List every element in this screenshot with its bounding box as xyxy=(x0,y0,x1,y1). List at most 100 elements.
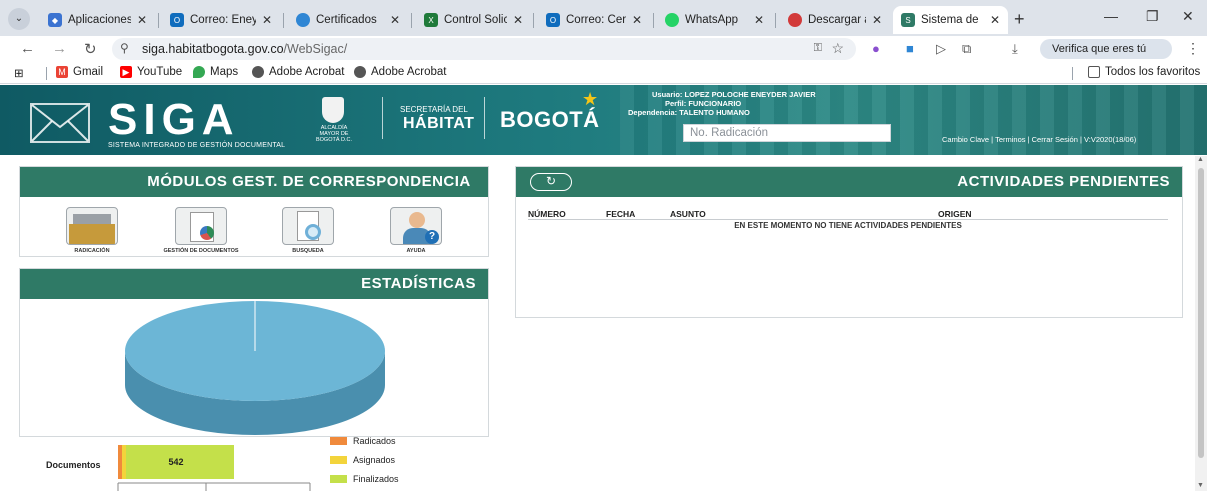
bookmark-adobe-acrobat[interactable]: Adobe Acrobat xyxy=(252,66,344,78)
youtube-icon: ▶ xyxy=(120,66,132,78)
bookmark-star-icon[interactable]: ☆ xyxy=(831,40,844,57)
apps-grid-icon[interactable]: ⊞ xyxy=(14,66,24,80)
star-icon: ★ xyxy=(582,89,599,109)
back-icon[interactable]: ← xyxy=(20,40,35,57)
empty-activities-message: EN ESTE MOMENTO NO TIENE ACTIVIDADES PEN… xyxy=(734,221,962,230)
browser-tab[interactable]: ◆ Aplicaciones ✕ xyxy=(40,6,155,34)
extensions-puzzle-icon[interactable]: ⧉ xyxy=(962,41,971,57)
close-tab-icon[interactable]: ✕ xyxy=(990,13,1000,27)
col-fecha: FECHA xyxy=(606,209,636,219)
new-tab-icon[interactable]: + xyxy=(1014,9,1025,30)
close-tab-icon[interactable]: ✕ xyxy=(137,13,147,27)
bookmark-maps[interactable]: Maps xyxy=(193,66,238,78)
secretaria-label: SECRETARÍA DEL xyxy=(400,105,468,114)
activities-table-header: NÚMERO FECHA ASUNTO ORIGEN xyxy=(528,209,1168,220)
close-window-icon[interactable]: ✕ xyxy=(1182,8,1194,25)
close-tab-icon[interactable]: ✕ xyxy=(390,13,400,27)
scroll-thumb[interactable] xyxy=(1198,168,1204,458)
legend-radicados: Radicados xyxy=(330,436,396,446)
inbox-tray-icon xyxy=(66,207,118,245)
browser-tab-strip: ⌄ ◆ Aplicaciones ✕ O Correo: Eney ✕ Cert… xyxy=(0,0,1207,36)
bar-segment-radicados xyxy=(118,445,122,479)
bookmarks-bar: ⊞ M Gmail ▶ YouTube Maps Adobe Acrobat Ado… xyxy=(0,62,1207,84)
siga-header: SIGA SISTEMA INTEGRADO DE GESTIÓN DOCUME… xyxy=(0,85,1207,155)
media-play-icon[interactable]: ▷ xyxy=(936,41,946,57)
bogota-logo: BOGOTÁ xyxy=(500,107,600,132)
help-person-icon: ? xyxy=(390,207,442,245)
download-icon[interactable]: ⤓ xyxy=(1012,41,1018,57)
activities-panel: ACTIVIDADES PENDIENTES ↻ NÚMERO FECHA AS… xyxy=(515,166,1183,318)
user-profile: Perfil: FUNCIONARIO xyxy=(665,99,742,108)
profile-verify-button[interactable]: Verifica que eres tú xyxy=(1040,39,1172,59)
bar-segment-asignados xyxy=(122,445,126,479)
envelope-icon xyxy=(30,103,90,143)
col-origen: ORIGEN xyxy=(938,209,972,219)
browser-tab-active[interactable]: S Sistema de ✕ xyxy=(893,6,1008,34)
module-radicacion[interactable]: RADICACIÓN xyxy=(52,207,132,254)
bookmark-youtube[interactable]: ▶ YouTube xyxy=(120,66,182,78)
close-tab-icon[interactable]: ✕ xyxy=(632,13,642,27)
pie-chart xyxy=(125,301,385,435)
radicacion-search-input[interactable]: No. Radicación xyxy=(683,124,891,142)
page-scrollbar[interactable]: ▲ ▼ xyxy=(1195,156,1207,491)
siga-subtitle: SISTEMA INTEGRADO DE GESTIÓN DOCUMENTAL xyxy=(108,142,286,149)
reload-icon[interactable]: ↻ xyxy=(84,40,97,58)
browser-tab[interactable]: X Control Solic ✕ xyxy=(416,6,531,34)
bookmark-adobe-acrobat[interactable]: Adobe Acrobat xyxy=(354,66,446,78)
modules-panel: MÓDULOS GEST. DE CORRESPONDENCIA RADICAC… xyxy=(19,166,489,257)
extension-icon[interactable]: ● xyxy=(872,41,880,56)
legend-swatch xyxy=(330,456,347,464)
header-links[interactable]: Cambio Clave | Terminos | Cerrar Sesión … xyxy=(942,135,1136,144)
browser-menu-icon[interactable]: ⋮ xyxy=(1186,40,1200,57)
refresh-icon: ↻ xyxy=(545,174,557,188)
close-tab-icon[interactable]: ✕ xyxy=(754,13,764,27)
folder-icon xyxy=(1088,66,1100,78)
legend-finalizados: Finalizados xyxy=(330,474,399,484)
address-bar-row: ← → ↻ ⚲ siga.habitatbogota.gov.co/WebSig… xyxy=(0,36,1207,62)
col-numero: NÚMERO xyxy=(528,209,566,219)
site-info-icon[interactable]: ⚲ xyxy=(120,41,129,55)
refresh-button[interactable]: ↻ xyxy=(530,173,572,191)
excel-favicon-icon: X xyxy=(424,13,438,27)
browser-tab[interactable]: O Correo: Eney ✕ xyxy=(162,6,280,34)
browser-tab[interactable]: WhatsApp ✕ xyxy=(657,6,772,34)
outlook-favicon-icon: O xyxy=(170,13,184,27)
close-tab-icon[interactable]: ✕ xyxy=(262,13,272,27)
module-gestion-documentos[interactable]: GESTIÓN DE DOCUMENTOS xyxy=(161,207,241,254)
url-path: /WebSigac/ xyxy=(283,42,348,56)
modules-title: MÓDULOS GEST. DE CORRESPONDENCIA xyxy=(20,167,488,197)
all-bookmarks[interactable]: Todos los favoritos xyxy=(1088,66,1200,78)
restore-icon[interactable]: ❐ xyxy=(1146,8,1159,25)
close-tab-icon[interactable]: ✕ xyxy=(872,13,882,27)
documents-bar-chart: 542 xyxy=(117,445,311,491)
scroll-up-icon[interactable]: ▲ xyxy=(1197,156,1204,163)
bookmark-gmail[interactable]: M Gmail xyxy=(56,66,103,78)
globe-icon xyxy=(252,66,264,78)
browser-tab[interactable]: O Correo: Cert ✕ xyxy=(538,6,650,34)
module-busqueda[interactable]: BUSQUEDA xyxy=(268,207,348,254)
minimize-icon[interactable]: — xyxy=(1104,8,1118,24)
legend-asignados: Asignados xyxy=(330,455,395,465)
tab-search-icon[interactable]: ⌄ xyxy=(8,8,30,30)
extension-icon[interactable]: ■ xyxy=(906,41,914,56)
siga-favicon-icon: S xyxy=(901,13,915,27)
browser-tab[interactable]: Certificados ✕ xyxy=(288,6,408,34)
module-ayuda[interactable]: ? AYUDA xyxy=(376,207,456,254)
col-asunto: ASUNTO xyxy=(670,209,706,219)
forward-icon[interactable]: → xyxy=(52,40,67,57)
browser-tab[interactable]: Descargar ar ✕ xyxy=(780,6,890,34)
statistics-panel: ESTADÍSTICAS xyxy=(19,268,489,437)
scroll-down-icon[interactable]: ▼ xyxy=(1197,482,1204,489)
close-tab-icon[interactable]: ✕ xyxy=(513,13,523,27)
url-host: siga.habitatbogota.gov.co xyxy=(142,42,284,56)
bogota-shield-icon xyxy=(322,97,344,123)
heart-favicon-icon xyxy=(788,13,802,27)
globe-icon xyxy=(354,66,366,78)
password-key-icon[interactable]: ⚿ xyxy=(814,42,822,55)
url-input[interactable]: ⚲ siga.habitatbogota.gov.co/WebSigac/ ⚿ … xyxy=(112,38,856,60)
activities-table: NÚMERO FECHA ASUNTO ORIGEN EN ESTE MOMEN… xyxy=(528,209,1168,230)
chart-document-icon xyxy=(175,207,227,245)
bar-data-label: 542 xyxy=(168,457,183,467)
statistics-title: ESTADÍSTICAS xyxy=(20,269,488,299)
magnifier-document-icon xyxy=(282,207,334,245)
